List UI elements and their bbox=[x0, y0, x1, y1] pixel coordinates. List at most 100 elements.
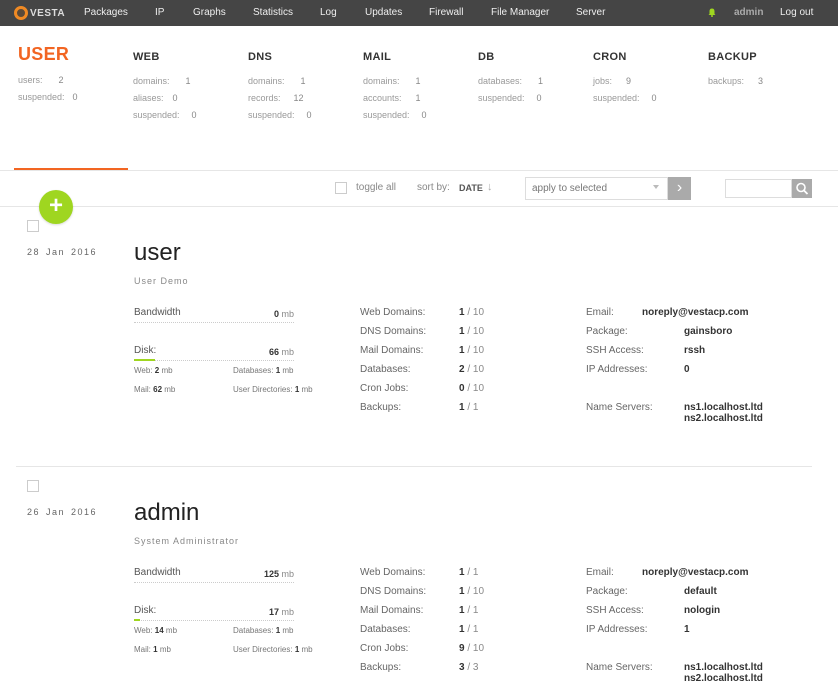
nav-server[interactable]: Server bbox=[576, 7, 605, 18]
user-date: 28 Jan 2016 bbox=[27, 247, 98, 257]
stat-tab-backup[interactable]: BACKUP backups: 3 bbox=[708, 44, 763, 93]
nav-updates[interactable]: Updates bbox=[365, 7, 402, 18]
disk-web: Web: 14 mb bbox=[134, 626, 178, 635]
nav-log[interactable]: Log bbox=[320, 7, 337, 18]
info-label: SSH Access: bbox=[586, 345, 644, 356]
bandwidth-label: Bandwidth bbox=[134, 567, 181, 578]
count-value: 3 / 3 bbox=[459, 662, 479, 673]
count-value: 9 / 10 bbox=[459, 643, 485, 654]
user-name[interactable]: user bbox=[134, 239, 181, 267]
user-date: 26 Jan 2016 bbox=[27, 507, 98, 517]
name-server: ns1.localhost.ltd bbox=[684, 402, 763, 413]
stat-tab-dns[interactable]: DNS domains: 1 records: 12 suspended: 0 bbox=[248, 44, 312, 127]
count-label: DNS Domains: bbox=[360, 586, 427, 597]
sort-by-label: sort by: bbox=[417, 182, 450, 193]
info-ssh: rssh bbox=[684, 345, 706, 356]
stat-row: domains: 1 bbox=[248, 76, 306, 86]
top-nav-bar: VESTA Packages IP Graphs Statistics Log … bbox=[0, 0, 838, 26]
count-label: Backups: bbox=[360, 662, 402, 673]
search-button[interactable] bbox=[792, 179, 812, 198]
info-label: Package: bbox=[586, 326, 628, 337]
disk-bar-track bbox=[134, 620, 294, 621]
apply-to-selected-value: apply to selected bbox=[532, 183, 608, 194]
nav-graphs[interactable]: Graphs bbox=[193, 7, 226, 18]
disk-value: 17 mb bbox=[268, 607, 294, 617]
sort-by-value[interactable]: DATE bbox=[459, 183, 483, 193]
toggle-all-label[interactable]: toggle all bbox=[356, 182, 396, 193]
divider bbox=[16, 466, 812, 467]
nav-ip[interactable]: IP bbox=[155, 7, 164, 18]
stat-tab-mail[interactable]: MAIL domains: 1 accounts: 1 suspended: 0 bbox=[363, 44, 427, 127]
nav-firewall[interactable]: Firewall bbox=[429, 7, 463, 18]
bell-icon[interactable] bbox=[708, 8, 716, 17]
user-name[interactable]: admin bbox=[134, 499, 199, 527]
stat-row: suspended: 0 bbox=[248, 110, 312, 120]
disk-bar-fill bbox=[134, 619, 140, 621]
disk-mail: Mail: 62 mb bbox=[134, 385, 176, 394]
stat-row: databases: 1 bbox=[478, 76, 544, 86]
stat-row: suspended: 0 bbox=[18, 92, 78, 102]
stat-row: domains: 1 bbox=[363, 76, 421, 86]
user-description: System Administrator bbox=[134, 536, 240, 546]
nav-packages[interactable]: Packages bbox=[84, 7, 128, 18]
bandwidth-value: 0 mb bbox=[273, 309, 294, 319]
info-email: noreply@vestacp.com bbox=[642, 567, 749, 578]
stat-title: MAIL bbox=[363, 51, 392, 63]
stat-row: backups: 3 bbox=[708, 76, 764, 86]
info-package: default bbox=[684, 586, 717, 597]
name-server: ns2.localhost.ltd bbox=[684, 673, 763, 684]
info-label: Package: bbox=[586, 586, 628, 597]
name-server: ns1.localhost.ltd bbox=[684, 662, 763, 673]
count-value: 1 / 1 bbox=[459, 624, 479, 635]
disk-bar-fill bbox=[134, 359, 155, 361]
count-label: Cron Jobs: bbox=[360, 383, 409, 394]
count-label: Databases: bbox=[360, 624, 411, 635]
nav-statistics[interactable]: Statistics bbox=[253, 7, 293, 18]
stat-title: DB bbox=[478, 51, 495, 63]
disk-databases: Databases: 1 mb bbox=[233, 626, 294, 635]
stat-tab-db[interactable]: DB databases: 1 suspended: 0 bbox=[478, 44, 543, 110]
search-input[interactable] bbox=[725, 179, 792, 198]
disk-web: Web: 2 mb bbox=[134, 366, 173, 375]
count-label: Mail Domains: bbox=[360, 605, 424, 616]
stat-tab-user[interactable]: USER users: 2 suspended: 0 bbox=[18, 44, 78, 109]
apply-go-button[interactable]: › bbox=[668, 177, 691, 200]
disk-user-directories: User Directories: 1 mb bbox=[233, 645, 313, 654]
count-label: Mail Domains: bbox=[360, 345, 424, 356]
user-checkbox[interactable] bbox=[27, 480, 39, 492]
vesta-logo[interactable]: VESTA bbox=[14, 5, 65, 21]
divider bbox=[0, 206, 838, 207]
count-label: DNS Domains: bbox=[360, 326, 427, 337]
bandwidth-label: Bandwidth bbox=[134, 307, 181, 318]
bandwidth-value: 125 mb bbox=[263, 569, 294, 579]
disk-label: Disk: bbox=[134, 605, 157, 616]
bandwidth-bar bbox=[134, 322, 294, 323]
count-label: Backups: bbox=[360, 402, 402, 413]
apply-to-selected-select[interactable]: apply to selected bbox=[525, 177, 668, 200]
count-value: 0 / 10 bbox=[459, 383, 485, 394]
info-label: SSH Access: bbox=[586, 605, 644, 616]
disk-databases: Databases: 1 mb bbox=[233, 366, 294, 375]
stat-title: CRON bbox=[593, 51, 627, 63]
stat-tab-cron[interactable]: CRON jobs: 9 suspended: 0 bbox=[593, 44, 657, 110]
add-user-button[interactable]: + bbox=[39, 190, 73, 224]
toggle-all-checkbox[interactable] bbox=[335, 182, 347, 194]
stat-tab-web[interactable]: WEB domains: 1 aliases: 0 suspended: 0 bbox=[133, 44, 197, 127]
logout-link[interactable]: Log out bbox=[780, 7, 813, 18]
sort-direction-icon[interactable]: ↓ bbox=[487, 181, 493, 193]
disk-label: Disk: bbox=[134, 345, 157, 356]
disk-mail: Mail: 1 mb bbox=[134, 645, 171, 654]
info-ip: 1 bbox=[684, 624, 690, 635]
current-user-link[interactable]: admin bbox=[734, 7, 763, 18]
stat-row: aliases: 0 bbox=[133, 93, 178, 103]
stat-title: BACKUP bbox=[708, 51, 757, 63]
user-checkbox[interactable] bbox=[27, 220, 39, 232]
disk-value: 66 mb bbox=[268, 347, 294, 357]
nav-file-manager[interactable]: File Manager bbox=[491, 7, 549, 18]
name-server: ns2.localhost.ltd bbox=[684, 413, 763, 424]
disk-bar-track bbox=[134, 360, 294, 361]
disk-user-directories: User Directories: 1 mb bbox=[233, 385, 313, 394]
info-label: IP Addresses: bbox=[586, 624, 648, 635]
bandwidth-bar bbox=[134, 582, 294, 583]
count-value: 1 / 1 bbox=[459, 605, 479, 616]
